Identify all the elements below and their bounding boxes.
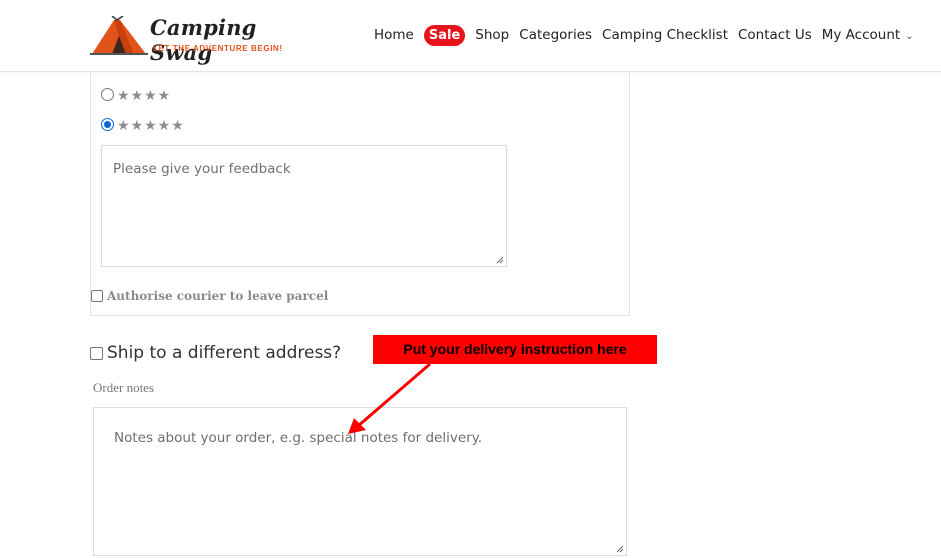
authorise-courier-checkbox[interactable] — [91, 290, 103, 302]
feedback-placeholder: Please give your feedback — [113, 161, 291, 177]
feedback-textarea[interactable]: Please give your feedback — [101, 145, 507, 267]
nav-camping-checklist[interactable]: Camping Checklist — [602, 27, 728, 43]
rating-5-stars-icon: ★★★★★ — [117, 117, 185, 133]
ship-different-address-label[interactable]: Ship to a different address? — [107, 343, 341, 363]
resize-grip-icon[interactable] — [496, 256, 504, 264]
nav-my-account-label: My Account — [821, 27, 901, 43]
logo-tagline: LET THE ADVENTURE BEGIN! — [153, 44, 283, 53]
nav-home[interactable]: Home — [374, 27, 414, 43]
rating-4-radio[interactable] — [101, 88, 114, 101]
site-header: Camping Swag LET THE ADVENTURE BEGIN! Ho… — [0, 0, 941, 72]
logo-title: Camping Swag — [150, 15, 257, 65]
rating-5-radio[interactable] — [101, 118, 114, 131]
order-notes-label: Order notes — [93, 380, 155, 395]
nav-sale-badge[interactable]: Sale — [423, 24, 466, 46]
tent-logo-icon — [90, 16, 148, 55]
main-nav: Home Sale Shop Categories Camping Checkl… — [374, 23, 924, 47]
rating-4-stars-icon: ★★★★ — [117, 87, 172, 103]
nav-shop[interactable]: Shop — [475, 27, 509, 43]
site-logo[interactable]: Camping Swag LET THE ADVENTURE BEGIN! — [90, 14, 290, 65]
nav-contact-us[interactable]: Contact Us — [738, 27, 812, 43]
callout-arrow-icon — [348, 362, 431, 434]
resize-grip-icon[interactable] — [616, 545, 624, 553]
ship-different-address-checkbox[interactable] — [90, 347, 103, 360]
nav-my-account[interactable]: My Account ⌄ — [822, 27, 914, 43]
authorise-courier-label: Authorise courier to leave parcel — [107, 289, 329, 303]
nav-categories[interactable]: Categories — [519, 27, 592, 43]
chevron-down-icon: ⌄ — [905, 31, 914, 42]
